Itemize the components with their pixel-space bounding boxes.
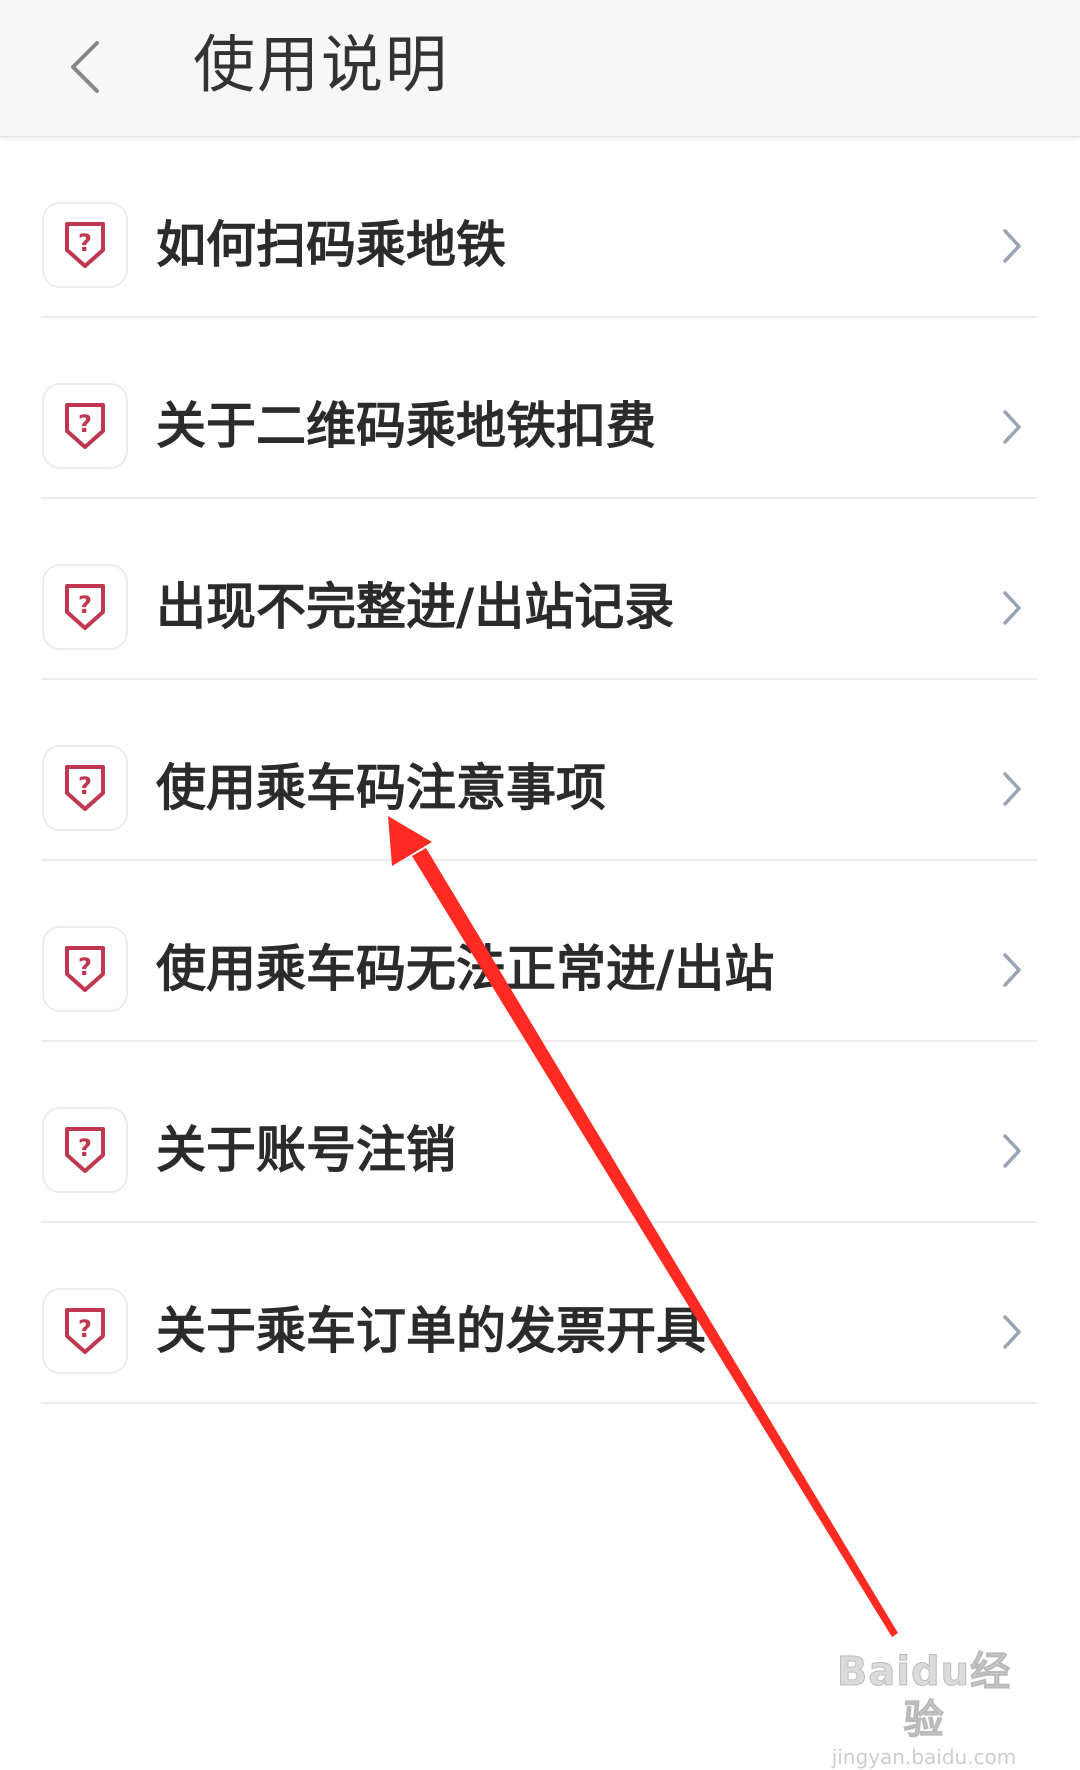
svg-text:?: ? [78,1134,92,1162]
chevron-right-icon [994,945,1030,995]
app-header: 使用说明 [0,0,1080,137]
question-shield-icon: ? [42,383,128,469]
list-item-label: 关于账号注销 [156,1121,456,1179]
chevron-right-icon [994,1307,1030,1357]
back-button[interactable] [50,22,120,112]
list-item-label: 使用乘车码注意事项 [156,759,606,817]
list-item[interactable]: ? 关于账号注销 [0,1042,1080,1223]
list-item-label: 使用乘车码无法正常进/出站 [156,940,775,998]
question-shield-icon: ? [42,564,128,650]
chevron-right-icon [994,402,1030,452]
svg-text:?: ? [78,229,92,257]
svg-text:?: ? [78,772,92,800]
list-item-label: 关于乘车订单的发票开具 [156,1302,706,1360]
watermark-url: jingyan.baidu.com [831,1745,1017,1769]
list-item[interactable]: ? 使用乘车码注意事项 [0,680,1080,861]
list-item[interactable]: ? 关于二维码乘地铁扣费 [0,318,1080,499]
list-item-label: 出现不完整进/出站记录 [156,578,675,636]
list-item[interactable]: ? 出现不完整进/出站记录 [0,499,1080,680]
divider [41,1402,1037,1404]
chevron-right-icon [994,1126,1030,1176]
svg-text:?: ? [78,953,92,981]
watermark-brand: Baidu经验 [836,1649,1012,1744]
svg-text:?: ? [78,410,92,438]
watermark: Baidu经验 jingyan.baidu.com [824,1648,1024,1770]
list-item[interactable]: ? 使用乘车码无法正常进/出站 [0,861,1080,1042]
chevron-right-icon [994,764,1030,814]
question-shield-icon: ? [42,1107,128,1193]
page-title: 使用说明 [193,28,450,101]
svg-text:?: ? [78,1315,92,1343]
svg-text:?: ? [78,591,92,619]
list-item[interactable]: ? 关于乘车订单的发票开具 [0,1223,1080,1404]
question-shield-icon: ? [42,745,128,831]
question-shield-icon: ? [42,926,128,1012]
chevron-right-icon [994,221,1030,271]
list-item[interactable]: ? 如何扫码乘地铁 [0,137,1080,318]
question-shield-icon: ? [42,202,128,288]
list-item-label: 如何扫码乘地铁 [156,216,506,274]
chevron-left-icon [71,41,99,93]
list-item-label: 关于二维码乘地铁扣费 [156,397,656,455]
question-shield-icon: ? [42,1288,128,1374]
help-list: ? 如何扫码乘地铁 ? 关于二维码乘地铁扣费 ? 出现不完整进/出站记录 ? 使… [0,137,1080,1404]
chevron-right-icon [994,583,1030,633]
